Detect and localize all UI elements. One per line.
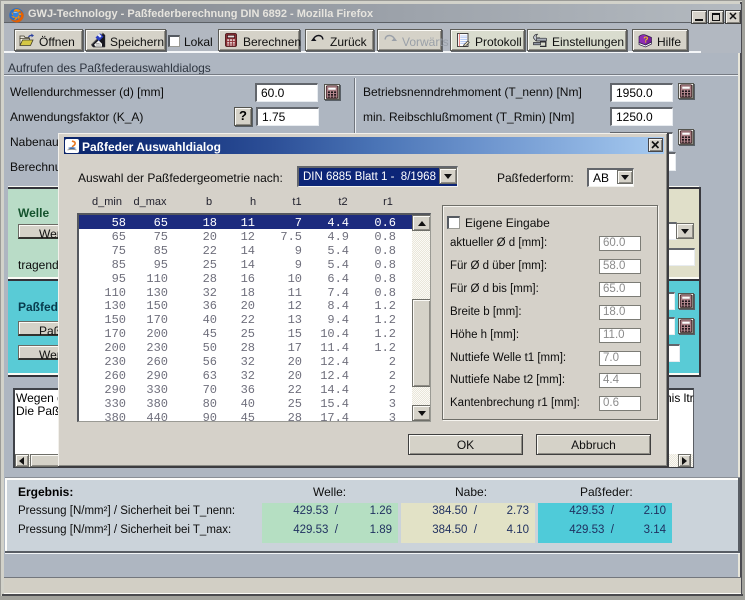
svg-text:?: ? bbox=[643, 35, 648, 45]
